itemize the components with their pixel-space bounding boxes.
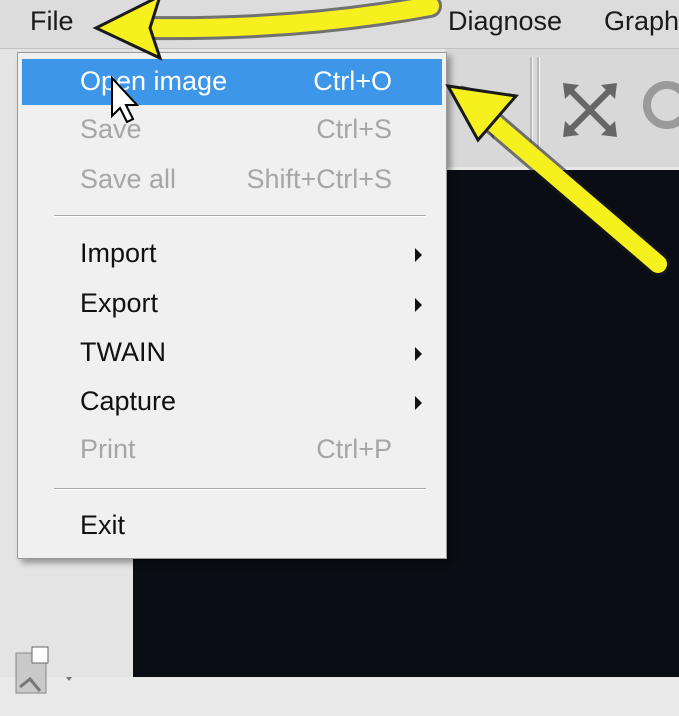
tool-dropdown-button[interactable]	[6, 641, 78, 711]
menu-item-label: TWAIN	[80, 337, 166, 367]
menu-item-label: Export	[80, 288, 159, 318]
menu-graph[interactable]: Graph	[604, 6, 679, 37]
submenu-arrow-icon	[415, 347, 422, 361]
submenu-arrow-icon	[415, 248, 422, 262]
menu-bar: File Diagnose Graph	[0, 0, 679, 49]
menu-item-shortcut: Shift+Ctrl+S	[246, 164, 392, 194]
menu-item-export[interactable]: Export	[22, 281, 442, 327]
menu-item-exit[interactable]: Exit	[22, 503, 442, 549]
zoom-icon	[643, 81, 679, 129]
menu-diagnose[interactable]: Diagnose	[448, 6, 562, 37]
toolbar-button-1[interactable]	[453, 67, 523, 147]
menu-item-label: Print	[80, 434, 136, 464]
fit-window-icon	[563, 83, 617, 137]
toolbar-button-3[interactable]	[635, 67, 679, 147]
toolbar-separator	[530, 57, 533, 157]
pointer-tool-icon	[460, 85, 505, 140]
menu-item-save-all[interactable]: Save all Shift+Ctrl+S	[22, 157, 442, 203]
menu-item-label: Open image	[80, 66, 228, 96]
menu-item-label: Capture	[80, 386, 177, 416]
menu-item-import[interactable]: Import	[22, 231, 442, 277]
menu-item-print[interactable]: Print Ctrl+P	[22, 427, 442, 473]
menu-item-shortcut: Ctrl+P	[316, 434, 392, 464]
menu-separator	[54, 215, 426, 217]
menu-item-capture[interactable]: Capture	[22, 379, 442, 425]
menu-item-open-image[interactable]: Open image Ctrl+O	[22, 59, 442, 105]
menu-file[interactable]: File	[30, 6, 74, 37]
menu-item-label: Exit	[80, 510, 126, 540]
toolbar-button-2[interactable]	[555, 67, 625, 147]
toolbar-separator	[537, 57, 540, 157]
image-tool-icon	[15, 646, 72, 694]
menu-item-shortcut: Ctrl+O	[313, 66, 392, 96]
menu-item-shortcut: Ctrl+S	[316, 114, 392, 144]
menu-item-label: Import	[80, 238, 157, 268]
file-menu-dropdown: Open image Ctrl+O Save Ctrl+S Save all S…	[17, 52, 447, 559]
toolbar	[445, 49, 679, 167]
submenu-arrow-icon	[415, 396, 422, 410]
menu-item-save[interactable]: Save Ctrl+S	[22, 107, 442, 153]
menu-item-twain[interactable]: TWAIN	[22, 330, 442, 376]
submenu-arrow-icon	[415, 298, 422, 312]
menu-item-label: Save	[80, 114, 142, 144]
menu-separator	[54, 488, 426, 490]
menu-item-label: Save all	[80, 164, 177, 194]
